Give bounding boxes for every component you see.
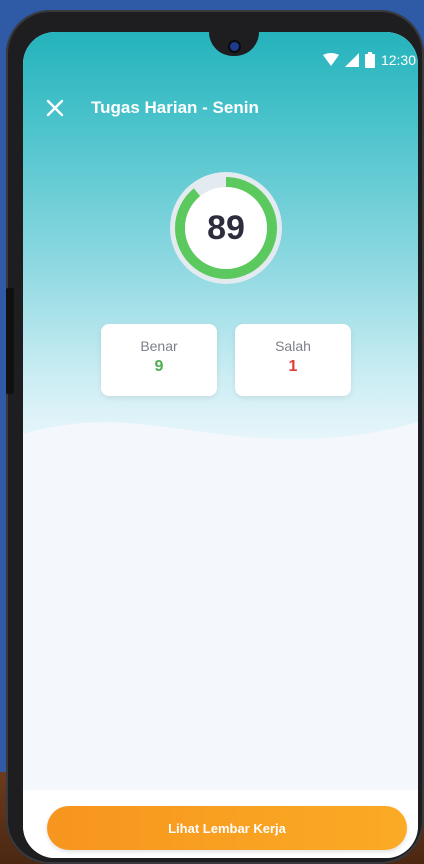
wifi-icon [322, 53, 339, 66]
correct-label: Benar [140, 338, 178, 354]
app-screen: 12:30 Tugas Harian - Senin 89 Benar 9 Sa… [23, 32, 418, 858]
battery-icon [364, 52, 375, 68]
phone-side-button [6, 288, 14, 394]
front-camera [230, 42, 239, 51]
view-worksheet-button[interactable]: Lihat Lembar Kerja [47, 806, 407, 850]
status-time: 12:30 [380, 52, 416, 68]
score-value: 89 [207, 208, 245, 247]
wrong-card: Salah 1 [235, 324, 351, 396]
correct-value: 9 [154, 358, 164, 375]
score-ring: 89 [170, 172, 282, 284]
wrong-label: Salah [275, 338, 311, 354]
status-bar: 12:30 [322, 48, 416, 72]
wave-divider [23, 422, 418, 464]
page-title: Tugas Harian - Senin [91, 98, 259, 117]
signal-icon [344, 53, 359, 67]
close-icon[interactable] [43, 96, 67, 120]
wrong-value: 1 [288, 358, 298, 375]
phone-frame: 12:30 Tugas Harian - Senin 89 Benar 9 Sa… [6, 10, 424, 864]
correct-card: Benar 9 [101, 324, 217, 396]
